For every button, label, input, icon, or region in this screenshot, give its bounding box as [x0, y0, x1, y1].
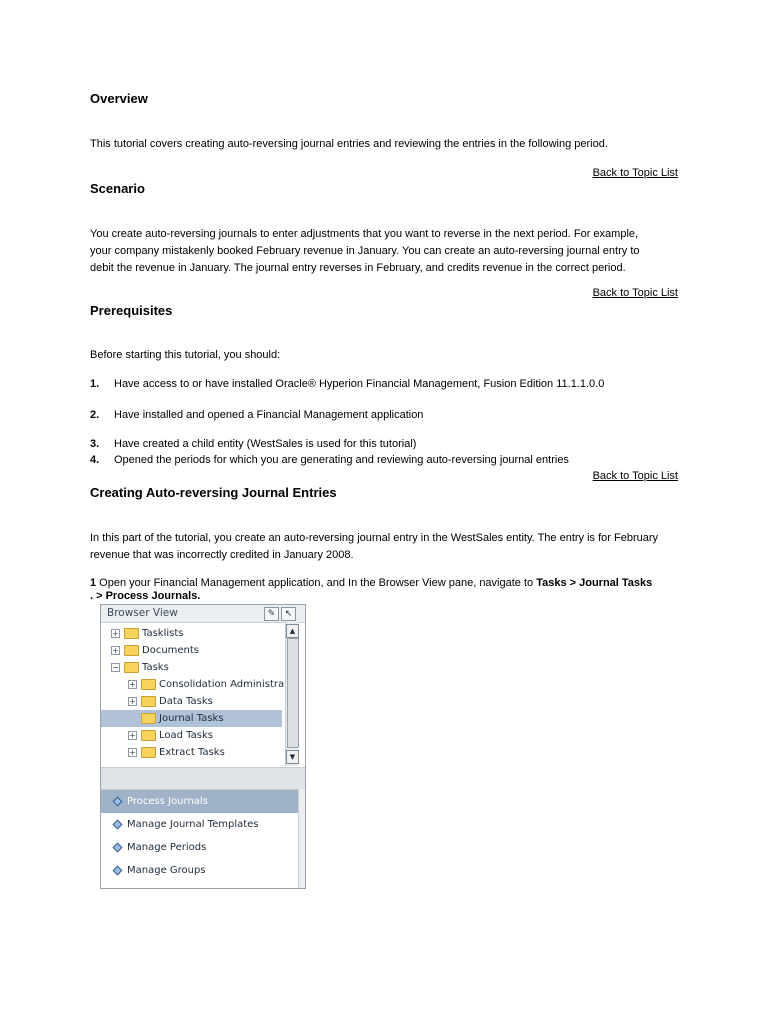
folder-icon: [141, 729, 156, 741]
expand-icon: +: [111, 628, 120, 638]
scroll-up-icon[interactable]: ▲: [286, 624, 299, 638]
task-manage-journal-templates[interactable]: Manage Journal Templates: [101, 813, 305, 836]
bullet-icon: [112, 865, 123, 876]
list-item: 2. Have installed and opened a Financial …: [90, 409, 424, 421]
list-item: 1. Have access to or have installed Oracl…: [90, 378, 605, 390]
tree-node-journal-tasks[interactable]: Journal Tasks: [101, 710, 282, 727]
list-item: 4. Opened the periods for which you are g…: [90, 454, 569, 466]
folder-icon: [141, 695, 156, 707]
browser-view-title: Browser View: [107, 607, 178, 619]
scroll-thumb[interactable]: [287, 638, 299, 748]
tree-scrollbar[interactable]: ▲ ▼: [285, 622, 299, 766]
back-to-topic-link-3[interactable]: Back to Topic List: [593, 470, 678, 482]
folder-icon: [124, 627, 139, 639]
prerequisites-intro: Before starting this tutorial, you shoul…: [90, 349, 281, 361]
back-to-topic-link-2[interactable]: Back to Topic List: [593, 287, 678, 299]
tree-node-load-tasks[interactable]: + Load Tasks: [128, 727, 213, 744]
overview-text: This tutorial covers creating auto-rever…: [90, 138, 608, 150]
prerequisites-heading: Prerequisites: [90, 303, 173, 318]
task-manage-periods[interactable]: Manage Periods: [101, 836, 305, 859]
tree-node-tasks[interactable]: − Tasks: [111, 659, 169, 676]
tree-node-data-tasks[interactable]: + Data Tasks: [128, 693, 213, 710]
expand-icon: +: [128, 747, 137, 757]
browser-view-header: Browser View ✎ ↖: [101, 605, 305, 623]
side-resize-handle[interactable]: [298, 789, 305, 888]
step-1: 1 Open your Financial Management applica…: [90, 577, 653, 602]
scenario-text: You create auto-reversing journals to en…: [90, 228, 640, 274]
tree-node-tasklists[interactable]: + Tasklists: [111, 625, 183, 642]
collapse-icon: −: [111, 662, 120, 672]
folder-icon: [141, 678, 156, 690]
scroll-down-icon[interactable]: ▼: [286, 750, 299, 764]
expand-icon: +: [128, 696, 137, 706]
folder-icon: [141, 712, 156, 724]
creating-text: In this part of the tutorial, you create…: [90, 532, 659, 561]
expand-icon: +: [128, 730, 137, 740]
pane-splitter[interactable]: [101, 767, 305, 790]
expand-icon: +: [111, 645, 120, 655]
task-process-journals[interactable]: Process Journals: [101, 790, 305, 813]
back-to-topic-link-1[interactable]: Back to Topic List: [593, 167, 678, 179]
folder-icon: [141, 746, 156, 758]
bullet-icon: [112, 796, 123, 807]
tree-node-consolidation[interactable]: + Consolidation Administra...: [128, 676, 294, 693]
bullet-icon: [112, 842, 123, 853]
bullet-icon: [112, 819, 123, 830]
list-item: 3. Have created a child entity (WestSales…: [90, 438, 417, 450]
scenario-heading: Scenario: [90, 181, 145, 196]
browser-tree: + Tasklists + Documents − Tasks + Consolidat…: [101, 623, 305, 767]
creating-heading: Creating Auto-reversing Journal Entries: [90, 485, 337, 500]
expand-icon: +: [128, 679, 137, 689]
pointer-icon[interactable]: ↖: [281, 607, 296, 621]
folder-icon: [124, 644, 139, 656]
browser-view-panel: Browser View ✎ ↖ + Tasklists + Documents −…: [100, 604, 306, 889]
folder-icon: [124, 661, 139, 673]
overview-heading: Overview: [90, 91, 148, 106]
edit-icon[interactable]: ✎: [264, 607, 279, 621]
tree-node-documents[interactable]: + Documents: [111, 642, 199, 659]
task-manage-groups[interactable]: Manage Groups: [101, 859, 305, 882]
tree-node-extract-tasks[interactable]: + Extract Tasks: [128, 744, 225, 761]
